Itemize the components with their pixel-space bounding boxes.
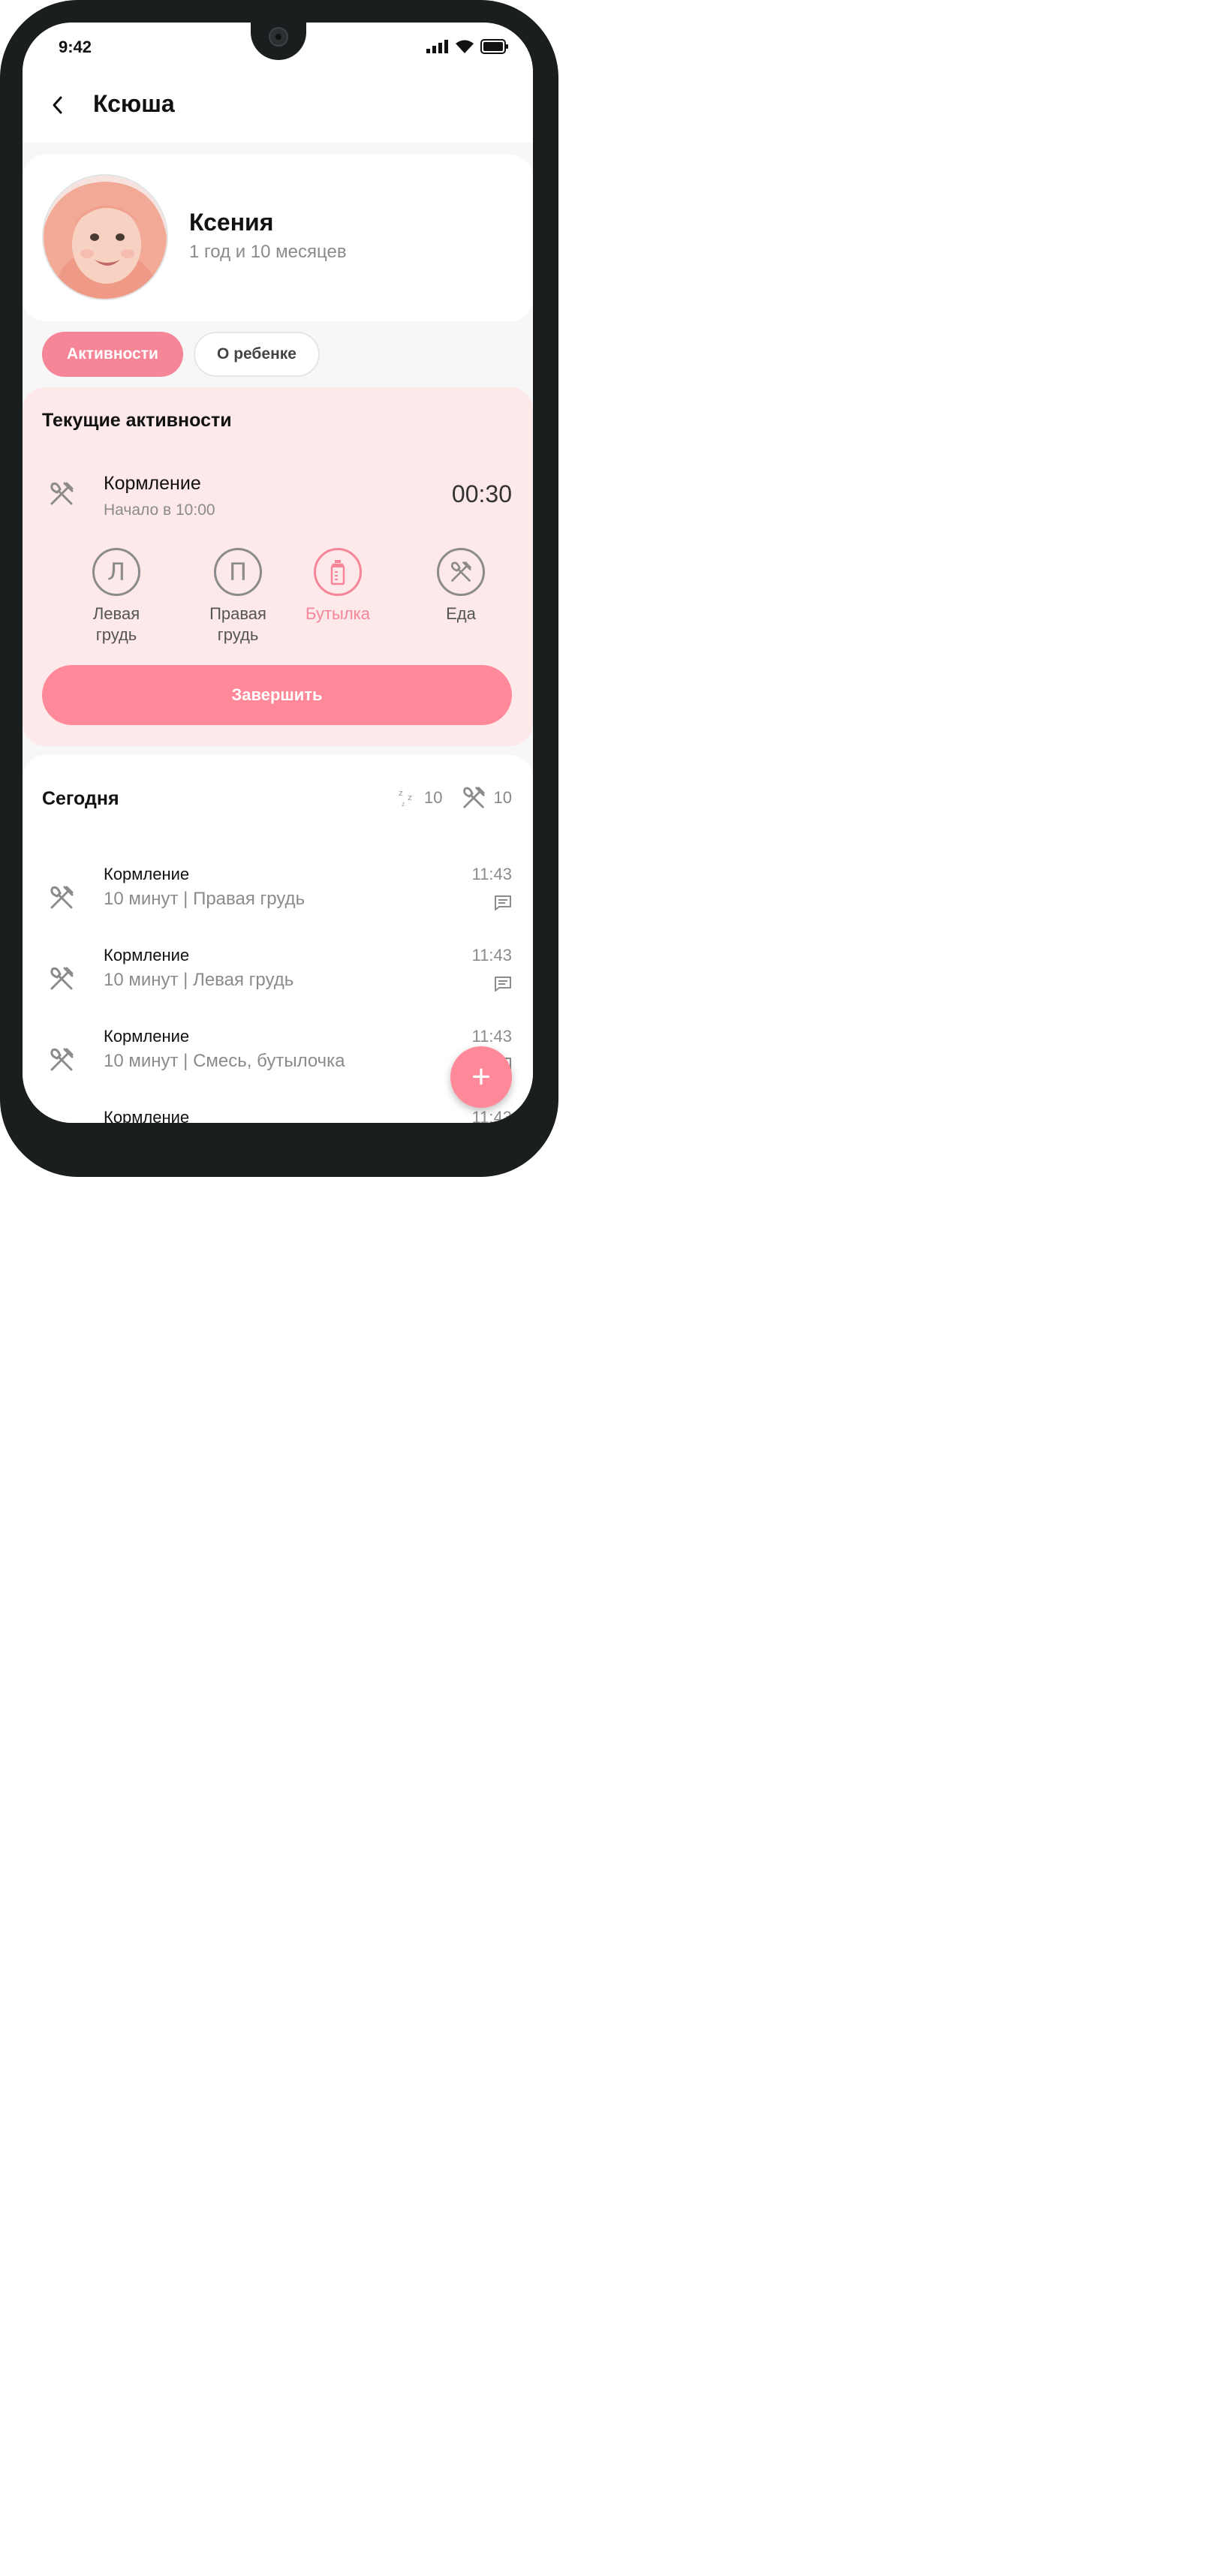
profile-card: Ксения 1 год и 10 месяцев (23, 155, 533, 321)
bottle-circle (314, 548, 362, 596)
status-time: 9:42 (59, 38, 92, 56)
right-breast-circle: П (214, 548, 262, 596)
child-name: Ксения (189, 209, 274, 236)
avatar (42, 174, 168, 300)
tabs: Активности О ребенке (42, 332, 320, 377)
option-label: Еда (446, 604, 476, 623)
today-stats: z z z 10 10 (399, 785, 512, 811)
tab-about-child[interactable]: О ребенке (194, 332, 320, 377)
option-right-breast[interactable]: П Правая грудь (189, 548, 287, 646)
bottle-icon (330, 560, 345, 585)
volume-button (553, 186, 558, 348)
feeding-icon (50, 967, 74, 990)
entry-time: 11:43 (471, 865, 512, 883)
back-arrow-icon[interactable] (48, 93, 66, 117)
option-food[interactable]: Еда (412, 548, 510, 624)
list-item[interactable]: Кормление 10 минут | Левая грудь 11:43 (23, 946, 533, 1021)
entry-time: 11:43 (471, 1027, 512, 1046)
svg-text:z: z (399, 788, 403, 798)
today-title: Сегодня (42, 788, 119, 809)
option-label: Левая грудь (92, 604, 140, 644)
finish-button[interactable]: Завершить (42, 665, 512, 725)
status-icons (426, 39, 509, 54)
entry-description: 10 минут | Смесь, бутылочка (104, 1051, 345, 1071)
feeding-options: Л Левая грудь П Правая грудь Бутылка Еда (23, 548, 533, 653)
list-item[interactable]: Кормление10 минут | Еда11:43 (23, 1108, 533, 1123)
entry-time: 11:43 (471, 1108, 512, 1123)
svg-text:z: z (402, 801, 405, 808)
feeding-count: 10 (493, 788, 512, 807)
current-activities-title: Текущие активности (42, 410, 232, 431)
option-bottle[interactable]: Бутылка (289, 548, 387, 624)
signal-icon (426, 40, 448, 53)
option-label: Правая грудь (209, 604, 266, 644)
feeding-icon (50, 886, 74, 909)
option-label: Бутылка (305, 604, 371, 623)
comment-icon[interactable] (494, 895, 512, 911)
feeding-count-icon (462, 787, 485, 808)
sleep-count: 10 (424, 788, 443, 807)
svg-text:z: z (408, 793, 412, 802)
wifi-icon (456, 40, 474, 53)
entry-name: Кормление (104, 1108, 190, 1123)
entry-name: Кормление (104, 1027, 190, 1046)
comment-icon[interactable] (494, 976, 512, 992)
entry-description: 10 минут | Правая грудь (104, 889, 306, 909)
screen: 9:42 Ксюша Ксения 1 год и 10 месяцев Акт… (23, 23, 533, 1123)
feeding-icon (50, 482, 74, 505)
activity-timer: 00:30 (451, 480, 512, 507)
fork-knife-icon (451, 561, 471, 582)
option-left-breast[interactable]: Л Левая грудь (68, 548, 165, 646)
entry-name: Кормление (104, 865, 190, 883)
entry-name: Кормление (104, 946, 190, 964)
page-title: Ксюша (93, 90, 175, 117)
add-button[interactable]: + (450, 1046, 512, 1108)
power-button (553, 420, 558, 495)
tab-activities[interactable]: Активности (42, 332, 183, 377)
battery-icon (480, 39, 508, 54)
activity-start: Начало в 10:00 (104, 501, 215, 519)
entry-description: 10 минут | Левая грудь (104, 970, 294, 990)
list-item[interactable]: Кормление 10 минут | Правая грудь 11:43 (23, 865, 533, 940)
feeding-icon (50, 1048, 74, 1071)
current-activities-card: Текущие активности Кормление Начало в 10… (23, 387, 533, 746)
activity-name: Кормление (104, 473, 201, 494)
food-circle (437, 548, 485, 596)
child-age: 1 год и 10 месяцев (189, 242, 347, 262)
left-breast-circle: Л (92, 548, 140, 596)
entry-time: 11:43 (471, 946, 512, 964)
sleep-icon: z z z (399, 788, 412, 808)
